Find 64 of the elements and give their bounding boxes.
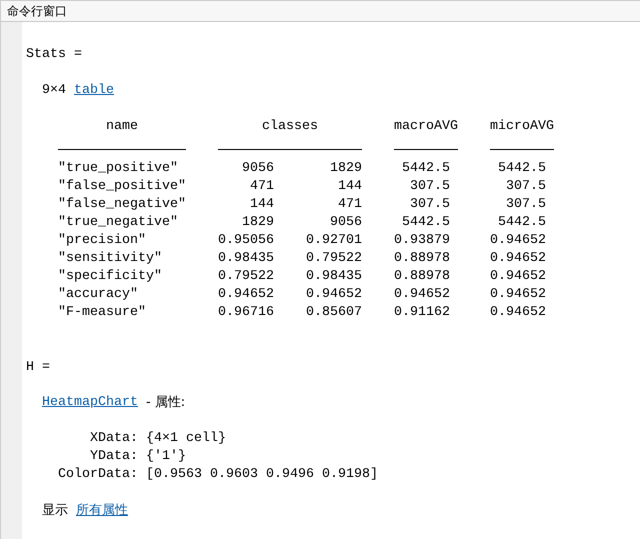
table-cell-text: "true_negative"	[58, 214, 179, 232]
table-cell: 0.79522	[218, 268, 274, 286]
column-header: classes	[261, 118, 319, 136]
table-link[interactable]: table	[74, 82, 114, 100]
table-cell-text: "F-measure"	[58, 304, 147, 322]
column-header: name	[105, 118, 139, 136]
table-cell-text: 0.88978	[393, 268, 451, 286]
show-label: 显示	[42, 502, 68, 520]
table-cell-text: 9056	[329, 214, 362, 232]
table-cell-text: 144	[337, 178, 362, 196]
property-name: XData:	[89, 430, 138, 448]
table-cell-text: 0.94652	[489, 250, 547, 268]
property-name: ColorData:	[58, 466, 138, 484]
table-cell: 0.95056	[218, 232, 274, 250]
column-header: macroAVG	[394, 118, 458, 136]
table-cell-text: 5442.5	[401, 214, 451, 232]
table-cell-text: 0.94652	[305, 286, 362, 304]
table-cell-text: 0.94652	[393, 286, 451, 304]
table-cell-text: "accuracy"	[58, 286, 139, 304]
table-cell-text: 307.5	[409, 178, 451, 196]
window-title: 命令行窗口	[0, 0, 640, 22]
table-cell-text: "specificity"	[58, 268, 163, 286]
table-cell-text: 0.94652	[489, 232, 547, 250]
table-cell-text: 1829	[329, 160, 362, 178]
table-cell-text: 0.88978	[393, 250, 451, 268]
table-cell: 0.98435	[218, 250, 274, 268]
table-cell-text: 5442.5	[497, 160, 547, 178]
table-cell-text: 0.92701	[305, 232, 362, 250]
output-line: H =	[26, 359, 51, 377]
table-cell-text: 307.5	[505, 178, 547, 196]
table-cell-text: 0.94652	[489, 268, 547, 286]
table-cell-text: 0.85607	[305, 304, 362, 322]
table-cell-text: 144	[249, 196, 274, 214]
property-value: [0.9563 0.9603 0.9496 0.9198]	[146, 466, 378, 484]
table-cell: 0.96716	[218, 304, 274, 322]
table-cell-text: "false_negative"	[58, 196, 187, 214]
column-header: microAVG	[490, 118, 554, 136]
table-cell-text: 5442.5	[497, 214, 547, 232]
table-cell-text: 0.94652	[489, 286, 547, 304]
size-text: 9×4	[42, 82, 66, 100]
properties-label: - 属性:	[146, 394, 186, 412]
table-cell-text: 0.93879	[393, 232, 451, 250]
table-cell-text: 5442.5	[401, 160, 451, 178]
table-cell-text: 1829	[241, 214, 274, 232]
property-value: {4×1 cell}	[146, 430, 227, 448]
table-cell-text: 307.5	[505, 196, 547, 214]
table-cell-text: 0.98435	[305, 268, 362, 286]
table-cell-text: "false_positive"	[58, 178, 187, 196]
table-cell: 0.94652	[218, 286, 274, 304]
table-cell-text: 307.5	[409, 196, 451, 214]
class-link[interactable]: HeatmapChart	[42, 394, 138, 412]
property-name: YData:	[89, 448, 138, 466]
table-cell-text: "true_positive"	[58, 160, 179, 178]
all-properties-link[interactable]: 所有属性	[76, 502, 128, 520]
table-cell-text: 0.91162	[393, 304, 451, 322]
table-cell-text: 9056	[241, 160, 274, 178]
table-cell-text: "precision"	[58, 232, 147, 250]
table-cell-text: "sensitivity"	[58, 250, 163, 268]
output-line: Stats =	[26, 46, 83, 64]
table-cell-text: 0.94652	[489, 304, 547, 322]
table-cell-text: 0.79522	[305, 250, 362, 268]
property-value: {'1'}	[146, 448, 187, 466]
table-cell-text: 471	[337, 196, 362, 214]
table-cell-text: 471	[249, 178, 274, 196]
